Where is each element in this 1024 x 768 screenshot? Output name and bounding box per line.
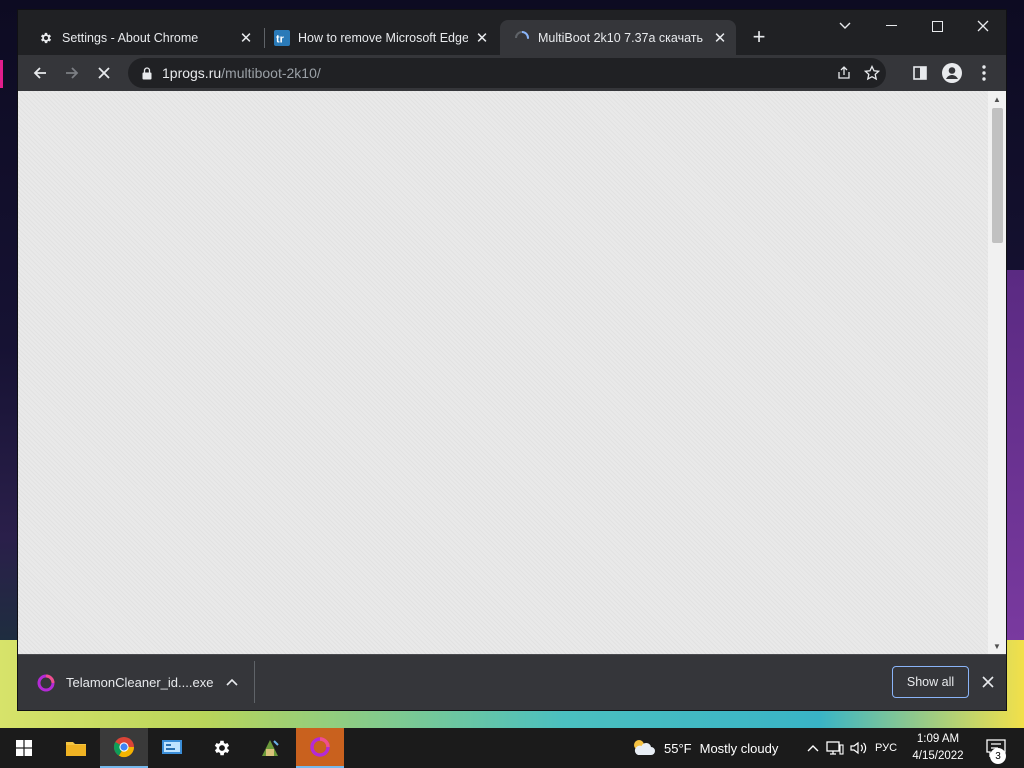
clock-time: 1:09 AM	[916, 733, 960, 745]
chrome-window: Settings - About Chrome ✕ tr How to remo…	[18, 10, 1006, 710]
tab-search-button[interactable]	[822, 10, 868, 42]
chrome-taskbar-icon[interactable]	[100, 728, 148, 768]
loading-spinner-icon	[514, 30, 530, 46]
share-icon[interactable]	[830, 59, 858, 87]
tab-title: How to remove Microsoft Edge f	[298, 30, 468, 45]
tab-title: Settings - About Chrome	[62, 30, 199, 45]
chevron-up-icon[interactable]	[222, 672, 242, 692]
url-text: 1progs.ru/multiboot-2k10/	[162, 65, 321, 81]
divider	[254, 661, 255, 703]
telamon-app-icon	[36, 673, 56, 693]
side-panel-button[interactable]	[906, 59, 934, 87]
minimize-button[interactable]	[868, 10, 914, 42]
new-tab-button[interactable]: +	[746, 24, 772, 50]
bookmark-star-icon[interactable]	[858, 59, 886, 87]
scroll-down-arrow-icon[interactable]: ▼	[988, 638, 1006, 654]
close-icon[interactable]: ✕	[472, 28, 492, 48]
notification-count-badge: 3	[990, 748, 1006, 764]
menu-button[interactable]	[970, 59, 998, 87]
control-panel-icon[interactable]	[148, 728, 196, 768]
toolbar: 1progs.ru/multiboot-2k10/	[18, 55, 1006, 91]
scroll-up-arrow-icon[interactable]: ▲	[988, 91, 1006, 107]
partly-cloudy-icon	[630, 737, 656, 760]
address-bar[interactable]: 1progs.ru/multiboot-2k10/	[128, 58, 886, 88]
network-icon[interactable]	[825, 738, 845, 758]
url-host: 1progs.ru	[162, 65, 222, 81]
vertical-scrollbar[interactable]: ▲ ▼	[988, 91, 1006, 654]
tab-strip: Settings - About Chrome ✕ tr How to remo…	[18, 10, 1006, 55]
download-filename: TelamonCleaner_id....exe	[66, 675, 214, 690]
url-path: /multiboot-2k10/	[221, 65, 321, 81]
back-button[interactable]	[26, 59, 54, 87]
tab-title: MultiBoot 2k10 7.37a скачать то	[538, 30, 706, 45]
system-clock[interactable]: 1:09 AM 4/15/2022	[906, 731, 970, 765]
chevron-up-icon[interactable]	[803, 738, 823, 758]
download-shelf: TelamonCleaner_id....exe Show all	[18, 654, 1006, 710]
page-viewport[interactable]: ▲ ▼	[18, 91, 1006, 654]
settings-gear-icon[interactable]	[198, 728, 246, 768]
tr-site-icon: tr	[274, 29, 290, 46]
tab-separator	[264, 28, 265, 48]
tab-multiboot[interactable]: MultiBoot 2k10 7.37a скачать то ✕	[500, 20, 736, 55]
tab-remove-edge[interactable]: tr How to remove Microsoft Edge f ✕	[266, 20, 498, 55]
weather-widget[interactable]: 55°F Mostly cloudy	[630, 728, 778, 768]
volume-icon[interactable]	[849, 738, 869, 758]
forward-button[interactable]	[58, 59, 86, 87]
wallpaper-accent	[1006, 270, 1024, 650]
windows-taskbar: 55°F Mostly cloudy РУС 1:09 AM 4/15/2022…	[0, 728, 1024, 768]
profile-avatar[interactable]	[938, 59, 966, 87]
clock-date: 4/15/2022	[912, 750, 964, 762]
svg-text:tr: tr	[276, 33, 285, 45]
telamon-cleaner-taskbar-icon[interactable]	[296, 728, 344, 768]
start-button[interactable]	[0, 728, 48, 768]
close-icon[interactable]: ✕	[710, 28, 730, 48]
weather-temperature: 55°F	[664, 740, 692, 756]
download-item[interactable]: TelamonCleaner_id....exe	[18, 655, 255, 710]
installer-app-icon[interactable]	[246, 728, 294, 768]
close-window-button[interactable]	[960, 10, 1006, 42]
weather-condition: Mostly cloudy	[699, 740, 779, 756]
close-download-shelf-button[interactable]	[976, 670, 1000, 694]
tab-settings[interactable]: Settings - About Chrome ✕	[24, 20, 262, 55]
gear-icon	[38, 30, 54, 46]
close-icon[interactable]: ✕	[236, 28, 256, 48]
lock-icon[interactable]	[140, 66, 154, 80]
show-all-button[interactable]: Show all	[892, 666, 969, 698]
wallpaper-accent	[0, 60, 3, 88]
input-language-indicator[interactable]: РУС	[875, 728, 897, 768]
stop-loading-button[interactable]	[90, 59, 118, 87]
scrollbar-thumb[interactable]	[992, 108, 1003, 243]
file-explorer-icon[interactable]	[52, 728, 100, 768]
maximize-button[interactable]	[914, 10, 960, 42]
